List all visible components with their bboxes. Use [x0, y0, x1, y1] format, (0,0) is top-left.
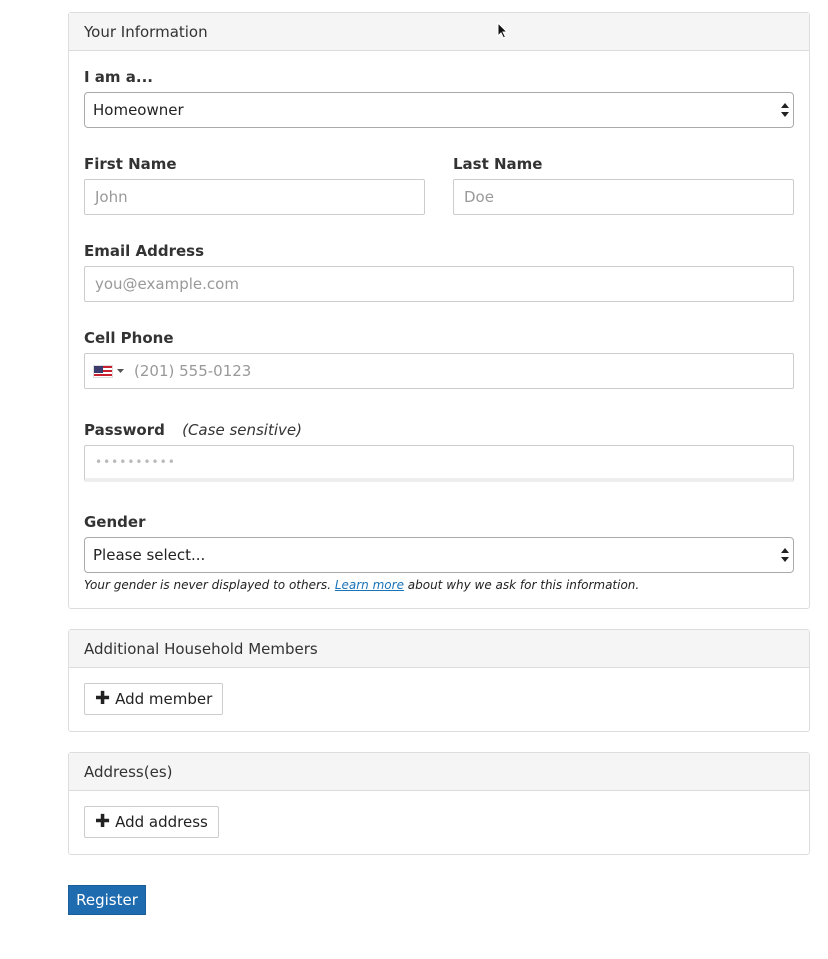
- register-button[interactable]: Register: [68, 885, 146, 915]
- gender-select[interactable]: Please select...: [84, 537, 794, 573]
- password-case-note: (Case sensitive): [182, 421, 302, 439]
- email-label: Email Address: [84, 242, 205, 260]
- password-label-text: Password: [84, 421, 165, 439]
- select-arrows-icon: [781, 103, 789, 117]
- last-name-placeholder: Doe: [464, 188, 494, 206]
- password-placeholder: ••••••••••: [95, 455, 176, 469]
- panel-title: Address(es): [69, 753, 809, 791]
- email-placeholder: you@example.com: [95, 275, 239, 293]
- gender-label: Gender: [84, 513, 146, 531]
- panel-title: Your Information: [69, 13, 809, 51]
- last-name-label: Last Name: [453, 155, 543, 173]
- household-panel: Additional Household Members: [68, 629, 810, 732]
- cell-phone-placeholder: (201) 555-0123: [134, 362, 252, 380]
- caret-down-icon: [117, 368, 124, 373]
- gender-selected-value: Please select...: [93, 546, 206, 564]
- add-address-button[interactable]: ✚ Add address: [84, 806, 219, 838]
- select-arrows-icon: [781, 548, 789, 562]
- gender-help-text: Your gender is never displayed to others…: [84, 578, 639, 592]
- cell-phone-label: Cell Phone: [84, 329, 174, 347]
- role-select[interactable]: Homeowner: [84, 92, 794, 128]
- plus-icon: ✚: [95, 811, 111, 832]
- panel-title: Additional Household Members: [69, 630, 809, 668]
- first-name-label: First Name: [84, 155, 177, 173]
- addresses-panel: Address(es): [68, 752, 810, 855]
- password-label: Password (Case sensitive): [84, 421, 302, 439]
- gender-help-prefix: Your gender is never displayed to others…: [84, 578, 335, 592]
- country-selector[interactable]: [93, 364, 124, 378]
- add-member-button[interactable]: ✚ Add member: [84, 683, 224, 715]
- email-field[interactable]: you@example.com: [84, 266, 794, 302]
- last-name-field[interactable]: Doe: [453, 179, 794, 215]
- add-member-label: Add member: [115, 690, 213, 708]
- gender-help-suffix: about why we ask for this information.: [403, 578, 640, 592]
- mouse-cursor-icon: [497, 22, 508, 39]
- role-selected-value: Homeowner: [93, 101, 184, 119]
- password-field[interactable]: ••••••••••: [84, 445, 794, 482]
- add-address-label: Add address: [115, 813, 208, 831]
- role-label: I am a...: [84, 68, 153, 86]
- learn-more-link[interactable]: Learn more: [335, 578, 404, 592]
- first-name-field[interactable]: John: [84, 179, 425, 215]
- cell-phone-field[interactable]: (201) 555-0123: [84, 353, 794, 389]
- us-flag-icon: [93, 364, 113, 378]
- plus-icon: ✚: [95, 688, 111, 709]
- first-name-placeholder: John: [95, 188, 128, 206]
